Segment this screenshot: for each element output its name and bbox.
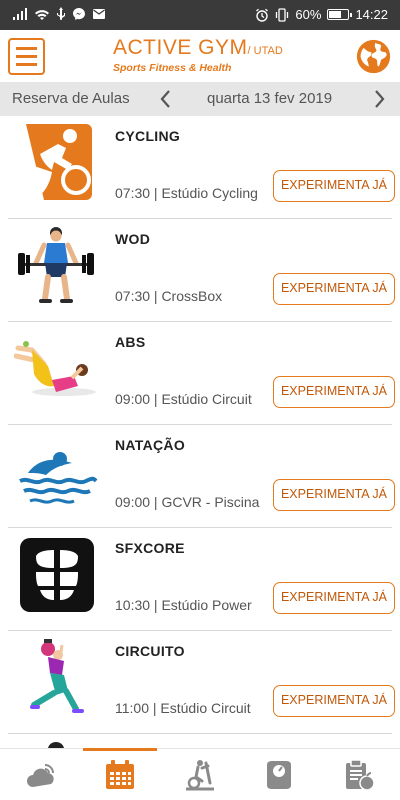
usb-icon	[57, 7, 65, 20]
wifi-icon	[35, 10, 49, 20]
signal-icon	[13, 8, 27, 20]
class-time-location: 07:30 | Estúdio Cycling	[115, 185, 258, 201]
class-name: NATAÇÃO	[115, 437, 186, 453]
logo-title: ACTIVE GYM	[113, 36, 248, 59]
try-now-button[interactable]: EXPERIMENTA JÁ	[273, 582, 395, 614]
swimmer-icon	[19, 452, 98, 504]
class-name: SFXCORE	[115, 540, 185, 556]
app-header: ACTIVE GYM/ UTAD Sports Fitness & Health	[0, 30, 400, 82]
class-row-cycling[interactable]: CYCLING 07:30 | Estúdio Cycling EXPERIME…	[8, 116, 395, 219]
class-time-location: 09:00 | GCVR - Piscina	[115, 494, 260, 510]
abs-core-icon	[20, 538, 94, 612]
class-row-natacao[interactable]: NATAÇÃO 09:00 | GCVR - Piscina EXPERIMEN…	[8, 425, 395, 528]
logo-subtitle: Sports Fitness & Health	[113, 62, 232, 74]
status-bar: 60% 14:22	[0, 0, 400, 30]
class-row-wod[interactable]: WOD 07:30 | CrossBox EXPERIMENTA JÁ	[8, 219, 395, 322]
class-row-sfxcore[interactable]: SFXCORE 10:30 | Estúdio Power EXPERIMENT…	[8, 528, 395, 631]
date-navigation-bar: Reserva de Aulas quarta 13 fev 2019	[0, 82, 400, 116]
bottom-navigation	[0, 748, 400, 800]
try-now-button[interactable]: EXPERIMENTA JÁ	[273, 170, 395, 202]
calendar-icon	[106, 760, 134, 789]
section-title: Reserva de Aulas	[12, 90, 130, 107]
battery-icon	[327, 9, 353, 20]
alarm-icon	[256, 8, 269, 22]
cycling-icon	[26, 124, 92, 200]
chevron-right-icon[interactable]	[369, 88, 389, 110]
class-time-location: 09:00 | Estúdio Circuit	[115, 391, 252, 407]
active-gym-logo: ACTIVE GYM/ UTAD Sports Fitness & Health	[113, 36, 293, 74]
nav-calendar[interactable]	[83, 748, 157, 800]
nutrition-clipboard-icon	[346, 759, 375, 791]
vibrate-icon	[276, 7, 289, 22]
class-name: CYCLING	[115, 128, 181, 144]
class-time-location: 10:30 | Estúdio Power	[115, 597, 252, 613]
menu-line-icon	[16, 63, 37, 66]
situps-icon	[14, 341, 96, 396]
try-now-button[interactable]: EXPERIMENTA JÁ	[273, 479, 395, 511]
class-name: WOD	[115, 231, 151, 247]
logo-suffix: / UTAD	[247, 45, 283, 57]
weather-cloud-icon	[27, 764, 54, 787]
try-now-button[interactable]: EXPERIMENTA JÁ	[273, 273, 395, 305]
battery-percent: 60%	[295, 7, 322, 22]
mail-icon	[93, 9, 105, 19]
clock: 14:22	[355, 7, 388, 22]
scale-icon	[267, 761, 291, 789]
nav-scale[interactable]	[242, 749, 316, 800]
class-time-location: 11:00 | Estúdio Circuit	[115, 700, 251, 716]
menu-line-icon	[16, 55, 37, 58]
chevron-left-icon[interactable]	[156, 88, 176, 110]
globe-language-icon[interactable]	[355, 38, 392, 75]
elliptical-machine-icon	[186, 760, 214, 791]
nav-equipment[interactable]	[163, 749, 237, 800]
class-row-abs[interactable]: ABS 09:00 | Estúdio Circuit EXPERIMENTA …	[8, 322, 395, 425]
status-icons-right: 60% 14:22	[255, 7, 388, 22]
class-name: CIRCUITO	[115, 643, 185, 659]
class-row-partial[interactable]	[8, 734, 392, 748]
next-class-icon	[48, 742, 64, 748]
try-now-button[interactable]: EXPERIMENTA JÁ	[273, 376, 395, 408]
class-row-circuito[interactable]: CIRCUITO 11:00 | Estúdio Circuit EXPERIM…	[8, 631, 395, 734]
class-name: ABS	[115, 334, 146, 350]
current-date: quarta 13 fev 2019	[207, 90, 333, 107]
try-now-button[interactable]: EXPERIMENTA JÁ	[273, 685, 395, 717]
nav-weather[interactable]	[4, 749, 78, 800]
hamburger-menu-button[interactable]	[8, 38, 45, 75]
messenger-icon	[73, 8, 85, 20]
class-time-location: 07:30 | CrossBox	[115, 288, 223, 304]
class-list: CYCLING 07:30 | Estúdio Cycling EXPERIME…	[0, 116, 400, 748]
status-icons-left	[12, 7, 106, 21]
nav-nutrition[interactable]	[322, 749, 396, 800]
menu-line-icon	[16, 47, 37, 50]
kettlebell-icon	[30, 639, 84, 713]
weightlifter-icon	[18, 227, 94, 303]
